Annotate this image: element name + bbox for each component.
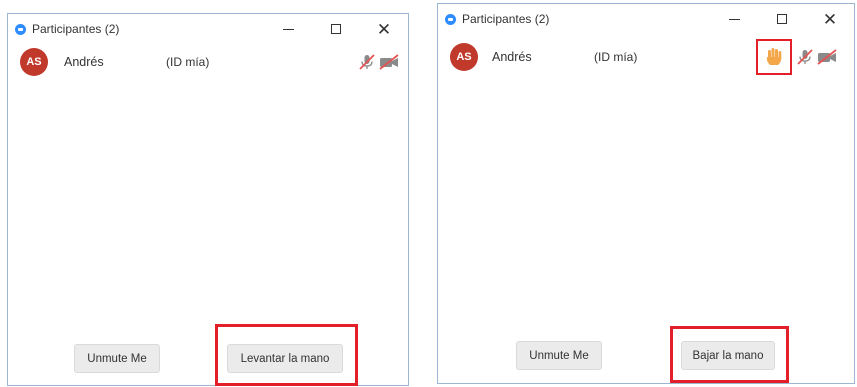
participants-window-right: Participantes (2) ✕ AS Andrés (ID mía) U… xyxy=(437,3,855,384)
unmute-me-button[interactable]: Unmute Me xyxy=(74,344,160,373)
window-title: Participantes (2) xyxy=(32,22,120,36)
participant-status-icons xyxy=(356,44,400,80)
zoom-logo-icon xyxy=(445,13,456,25)
avatar: AS xyxy=(20,48,48,76)
participant-row[interactable]: AS Andrés (ID mía) xyxy=(8,44,408,80)
minimize-icon xyxy=(282,28,294,30)
maximize-button[interactable] xyxy=(312,14,360,44)
participants-window-left: Participantes (2) ✕ AS Andrés (ID mía) U… xyxy=(7,13,409,386)
participant-row[interactable]: AS Andrés (ID mía) xyxy=(438,34,854,80)
participant-name: Andrés xyxy=(492,50,532,64)
window-controls: ✕ xyxy=(264,14,408,44)
participant-id-label: (ID mía) xyxy=(166,55,210,69)
close-icon: ✕ xyxy=(376,19,392,39)
raised-hand-highlight xyxy=(756,39,792,75)
highlight-box xyxy=(670,326,789,383)
participant-status-icons xyxy=(756,34,838,80)
titlebar: Participantes (2) ✕ xyxy=(438,4,854,34)
video-off-icon[interactable] xyxy=(816,46,838,68)
avatar: AS xyxy=(450,43,478,71)
close-icon: ✕ xyxy=(822,9,838,29)
video-off-icon[interactable] xyxy=(378,51,400,73)
mic-muted-icon[interactable] xyxy=(356,51,378,73)
minimize-icon xyxy=(728,18,740,20)
titlebar: Participantes (2) ✕ xyxy=(8,14,408,44)
close-button[interactable]: ✕ xyxy=(806,4,854,34)
participant-name: Andrés xyxy=(64,55,104,69)
window-title: Participantes (2) xyxy=(462,12,550,26)
maximize-icon xyxy=(777,14,787,24)
highlight-box xyxy=(215,324,358,386)
unmute-me-button[interactable]: Unmute Me xyxy=(516,341,602,370)
zoom-logo-icon xyxy=(15,23,26,35)
participant-id-label: (ID mía) xyxy=(594,50,638,64)
mic-muted-icon[interactable] xyxy=(794,46,816,68)
window-controls: ✕ xyxy=(710,4,854,34)
minimize-button[interactable] xyxy=(710,4,758,34)
raised-hand-icon[interactable] xyxy=(764,46,784,68)
close-button[interactable]: ✕ xyxy=(360,14,408,44)
maximize-button[interactable] xyxy=(758,4,806,34)
maximize-icon xyxy=(331,24,341,34)
minimize-button[interactable] xyxy=(264,14,312,44)
